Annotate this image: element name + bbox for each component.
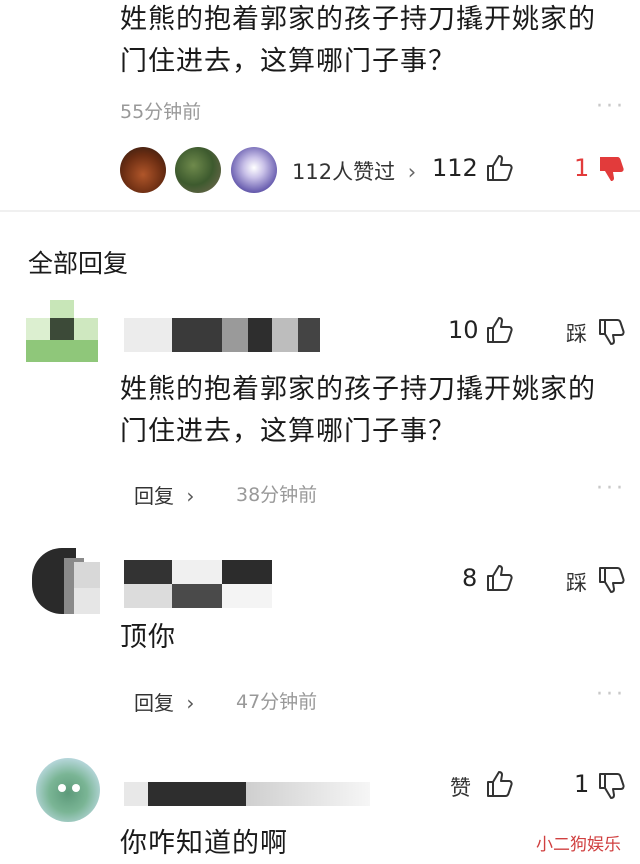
reply-label: 回复 xyxy=(134,484,174,508)
avatar[interactable] xyxy=(36,758,100,822)
top-dislike-count: 1 xyxy=(574,154,590,182)
top-like-count: 112 xyxy=(432,154,478,182)
more-dots-icon[interactable]: ··· xyxy=(596,476,626,501)
thumbs-up-icon[interactable] xyxy=(484,768,516,800)
username-redacted xyxy=(124,318,320,352)
avatar[interactable] xyxy=(24,548,100,614)
reply1-text-line1: 姓熊的抱着郭家的孩子持刀撬开姚家的 xyxy=(120,374,596,405)
reply3-like-label: 赞 xyxy=(450,776,471,800)
reply1-dislike-label: 踩 xyxy=(566,322,587,346)
reply3-text: 你咋知道的啊 xyxy=(120,828,288,859)
chevron-right-icon: › xyxy=(407,160,417,184)
reply2-text: 顶你 xyxy=(120,622,176,653)
likers-text: 112人赞过 xyxy=(292,160,396,184)
top-comment-time: 55分钟前 xyxy=(120,101,202,123)
thumbs-down-icon[interactable] xyxy=(596,153,628,185)
more-dots-icon[interactable]: ··· xyxy=(596,94,626,119)
likers-link[interactable]: 112人赞过 › xyxy=(292,156,416,186)
reply-button[interactable]: 回复 › xyxy=(134,480,194,509)
liker-avatar-3[interactable] xyxy=(231,147,277,193)
thumbs-up-icon[interactable] xyxy=(484,152,516,184)
thumbs-up-icon[interactable] xyxy=(484,314,516,346)
chevron-right-icon: › xyxy=(186,484,195,508)
top-comment-text-line1: 姓熊的抱着郭家的孩子持刀撬开姚家的 xyxy=(120,4,596,35)
chevron-right-icon: › xyxy=(186,691,195,715)
username-redacted xyxy=(124,560,272,608)
thumbs-down-icon[interactable] xyxy=(596,564,628,596)
reply2-like-count: 8 xyxy=(462,564,478,592)
reply2-dislike-label: 踩 xyxy=(566,571,587,595)
reply-label: 回复 xyxy=(134,691,174,715)
reply3-dislike-count: 1 xyxy=(574,770,590,798)
reply1-time: 38分钟前 xyxy=(236,484,318,506)
more-dots-icon[interactable]: ··· xyxy=(596,682,626,707)
watermark: 小二狗娱乐 xyxy=(536,835,621,855)
avatar[interactable] xyxy=(26,300,98,362)
liker-avatar-1[interactable] xyxy=(120,147,166,193)
reply1-like-count: 10 xyxy=(448,316,479,344)
divider xyxy=(0,210,640,212)
top-comment-text-line2: 门住进去，这算哪门子事？ xyxy=(120,46,456,77)
section-title: 全部回复 xyxy=(28,249,129,278)
liker-avatar-2[interactable] xyxy=(175,147,221,193)
thumbs-down-icon[interactable] xyxy=(596,770,628,802)
reply2-time: 47分钟前 xyxy=(236,691,318,713)
thumbs-up-icon[interactable] xyxy=(484,562,516,594)
reply-button[interactable]: 回复 › xyxy=(134,687,194,716)
thumbs-down-icon[interactable] xyxy=(596,316,628,348)
reply1-text-line2: 门住进去，这算哪门子事？ xyxy=(120,416,456,447)
username-redacted xyxy=(124,782,370,806)
